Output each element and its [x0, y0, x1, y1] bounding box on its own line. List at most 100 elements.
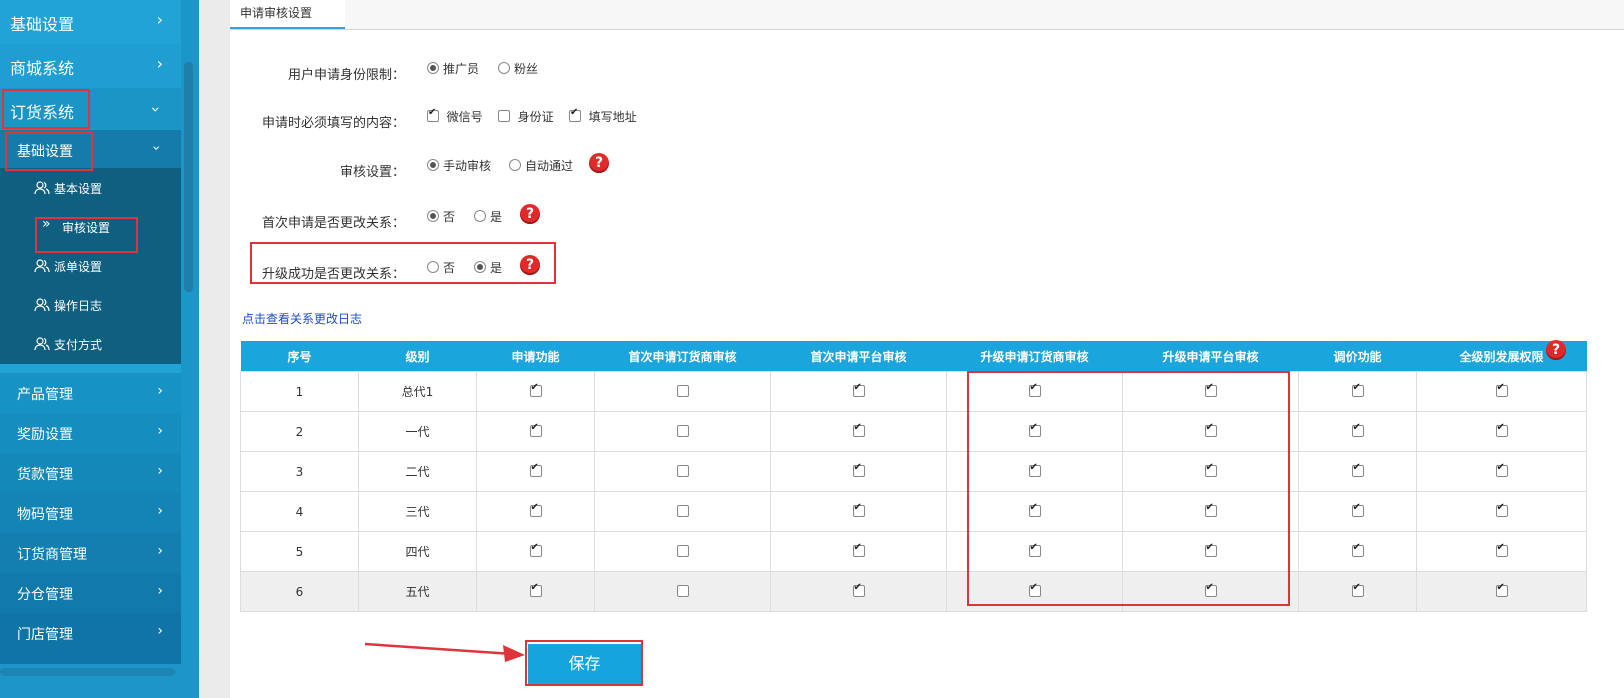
highlight-box	[967, 371, 1290, 606]
help-icon[interactable]: ?	[1546, 340, 1566, 360]
checkbox[interactable]	[529, 382, 542, 397]
sidebar-item-label: 物码管理	[17, 507, 73, 523]
cell-checkbox	[1416, 531, 1587, 572]
checkbox-id-card[interactable]: 身份证	[498, 108, 554, 125]
checkbox[interactable]	[852, 582, 865, 597]
users-icon	[34, 298, 50, 312]
table-row: 1 总代1	[240, 371, 1587, 412]
cell-checkbox	[594, 411, 771, 452]
radio-promoter[interactable]: 推广员	[427, 60, 479, 77]
radio-selected[interactable]	[427, 210, 439, 222]
highlight-box	[2, 89, 90, 129]
radio[interactable]	[474, 210, 486, 222]
column-header: 首次申请订货商审核	[594, 341, 771, 372]
checkbox[interactable]	[852, 502, 865, 517]
highlight-box	[35, 217, 138, 253]
sidebar-leaf-operation-log[interactable]: 操作日志	[0, 285, 181, 325]
checkbox[interactable]	[676, 464, 689, 477]
checkbox[interactable]	[852, 542, 865, 557]
checkbox[interactable]	[1495, 382, 1508, 397]
highlight-box	[250, 242, 556, 284]
column-header: 序号	[240, 341, 359, 372]
tab-bar: 申请审核设置	[230, 0, 1624, 30]
checkbox[interactable]	[569, 107, 581, 122]
checkbox[interactable]	[529, 422, 542, 437]
chevron-down-icon: ›	[148, 145, 165, 151]
cell-checkbox	[1298, 411, 1417, 452]
checkbox[interactable]	[529, 502, 542, 517]
checkbox[interactable]	[676, 424, 689, 437]
checkbox[interactable]	[529, 462, 542, 477]
checkbox[interactable]	[676, 504, 689, 517]
cell-checkbox	[476, 411, 595, 452]
checkbox-address[interactable]: 填写地址	[569, 107, 637, 125]
sidebar-subitem-rewards[interactable]: 奖励设置 ›	[0, 413, 181, 453]
relation-log-link[interactable]: 点击查看关系更改日志	[242, 310, 362, 327]
checkbox[interactable]	[1351, 582, 1364, 597]
sidebar-subitem-dealers[interactable]: 订货商管理 ›	[0, 533, 181, 573]
cell-number: 5	[240, 531, 359, 572]
checkbox[interactable]	[1351, 422, 1364, 437]
chevron-down-icon: ›	[146, 106, 166, 113]
checkbox[interactable]	[1351, 502, 1364, 517]
help-icon[interactable]: ?	[520, 204, 540, 224]
checkbox[interactable]	[1495, 502, 1508, 517]
checkbox[interactable]	[676, 584, 689, 597]
tab-audit-settings[interactable]: 申请审核设置	[230, 0, 345, 29]
checkbox[interactable]	[1495, 462, 1508, 477]
checkbox[interactable]	[1351, 462, 1364, 477]
cell-checkbox	[476, 491, 595, 532]
sidebar-item-label: 订货商管理	[17, 547, 87, 563]
checkbox[interactable]	[676, 544, 689, 557]
radio-selected[interactable]	[427, 159, 439, 171]
cell-checkbox	[1298, 371, 1417, 412]
checkbox[interactable]	[852, 422, 865, 437]
radio-yes[interactable]: 是	[474, 208, 502, 225]
cell-checkbox	[1416, 571, 1587, 612]
sidebar-item-basic-settings[interactable]: 基础设置 ›	[0, 0, 181, 44]
checkbox[interactable]	[852, 462, 865, 477]
sidebar-subitem-warehouses[interactable]: 分仓管理 ›	[0, 573, 181, 613]
sidebar-leaf-basic-settings[interactable]: 基本设置	[0, 168, 181, 208]
checkbox[interactable]	[1495, 422, 1508, 437]
option-label: 微信号	[446, 110, 483, 124]
sidebar-scrollbar-thumb[interactable]	[184, 62, 193, 292]
sidebar-item-mall-system[interactable]: 商城系统 ›	[0, 44, 181, 88]
sidebar-subitem-products[interactable]: 产品管理 ›	[0, 373, 181, 413]
checkbox[interactable]	[529, 542, 542, 557]
checkbox[interactable]	[1495, 542, 1508, 557]
checkbox-wechat[interactable]: 微信号	[427, 107, 483, 125]
radio-manual-audit[interactable]: 手动审核	[427, 157, 491, 174]
cell-level: 二代	[358, 451, 477, 492]
column-header: 升级申请订货商审核	[946, 341, 1123, 372]
checkbox[interactable]	[1495, 582, 1508, 597]
cell-checkbox	[1416, 371, 1587, 412]
sidebar-subitem-codes[interactable]: 物码管理 ›	[0, 493, 181, 533]
option-label: 手动审核	[443, 159, 492, 173]
sidebar-leaf-payment-methods[interactable]: 支付方式	[0, 324, 181, 364]
radio-selected[interactable]	[427, 62, 439, 74]
radio-auto-approve[interactable]: 自动通过	[509, 157, 573, 174]
sidebar-item-label: 分仓管理	[17, 587, 73, 603]
radio[interactable]	[509, 159, 521, 171]
sidebar-horizontal-scrollbar[interactable]	[0, 668, 175, 676]
sidebar-subitem-stores[interactable]: 门店管理 ›	[0, 613, 181, 664]
cell-checkbox	[1416, 411, 1587, 452]
radio[interactable]	[498, 62, 510, 74]
checkbox[interactable]	[676, 384, 689, 397]
cell-level: 五代	[358, 571, 477, 612]
sidebar-subitem-payments[interactable]: 货款管理 ›	[0, 453, 181, 493]
checkbox[interactable]	[1351, 542, 1364, 557]
save-button[interactable]: 保存	[528, 644, 641, 684]
checkbox[interactable]	[852, 382, 865, 397]
checkbox[interactable]	[498, 110, 510, 122]
radio-no[interactable]: 否	[427, 208, 455, 225]
checkbox[interactable]	[427, 107, 439, 122]
sidebar-leaf-label: 基本设置	[54, 182, 103, 196]
checkbox[interactable]	[529, 582, 542, 597]
help-icon[interactable]: ?	[589, 153, 609, 173]
checkbox[interactable]	[1351, 382, 1364, 397]
cell-checkbox	[1298, 491, 1417, 532]
radio-fan[interactable]: 粉丝	[498, 60, 538, 77]
users-icon	[34, 337, 50, 351]
